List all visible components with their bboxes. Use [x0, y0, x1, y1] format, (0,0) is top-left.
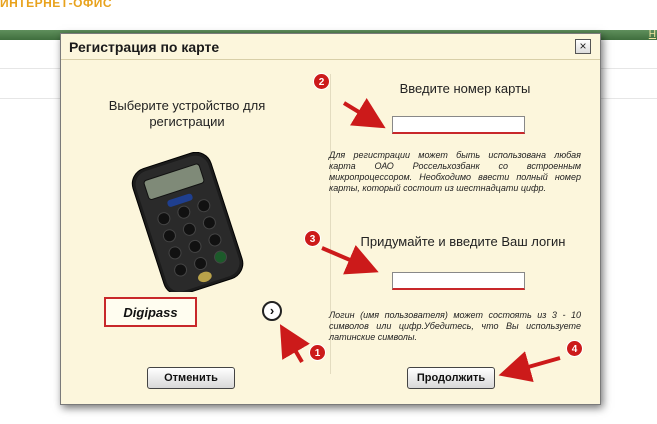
card-number-help: Для регистрации может быть использована … — [329, 150, 581, 193]
registration-dialog: Регистрация по карте × Выберите устройст… — [60, 33, 601, 405]
continue-button[interactable]: Продолжить — [407, 367, 495, 389]
annotation-marker-2: 2 — [313, 73, 330, 90]
cancel-button[interactable]: Отменить — [147, 367, 235, 389]
dialog-title: Регистрация по карте — [69, 39, 220, 55]
annotation-marker-4: 4 — [566, 340, 583, 357]
card-number-heading: Введите номер карты — [399, 81, 531, 96]
close-button[interactable]: × — [575, 39, 591, 54]
device-option-digipass[interactable]: Digipass — [104, 297, 197, 327]
close-icon: × — [579, 39, 587, 53]
page: ИНТЕРНЕТ-ОФИС Н Регистрация по карте × В… — [0, 0, 657, 424]
dialog-titlebar: Регистрация по карте × — [61, 34, 600, 60]
device-option-label: Digipass — [123, 305, 178, 320]
login-heading: Придумайте и введите Ваш логин — [360, 234, 566, 249]
login-help: Логин (имя пользователя) может состоять … — [329, 310, 581, 342]
chevron-right-icon: › — [269, 303, 275, 318]
annotation-marker-3: 3 — [304, 230, 321, 247]
device-select-heading: Выберите устройство для регистрации — [108, 98, 266, 129]
site-header: ИНТЕРНЕТ-ОФИС — [0, 0, 657, 30]
card-number-input[interactable] — [392, 116, 525, 134]
next-device-button[interactable]: › — [262, 301, 282, 321]
token-device-icon[interactable] — [116, 152, 256, 292]
login-input[interactable] — [392, 272, 525, 290]
site-title: ИНТЕРНЕТ-ОФИС — [0, 0, 112, 10]
annotation-marker-1: 1 — [309, 344, 326, 361]
site-nav-link[interactable]: Н — [649, 29, 656, 40]
